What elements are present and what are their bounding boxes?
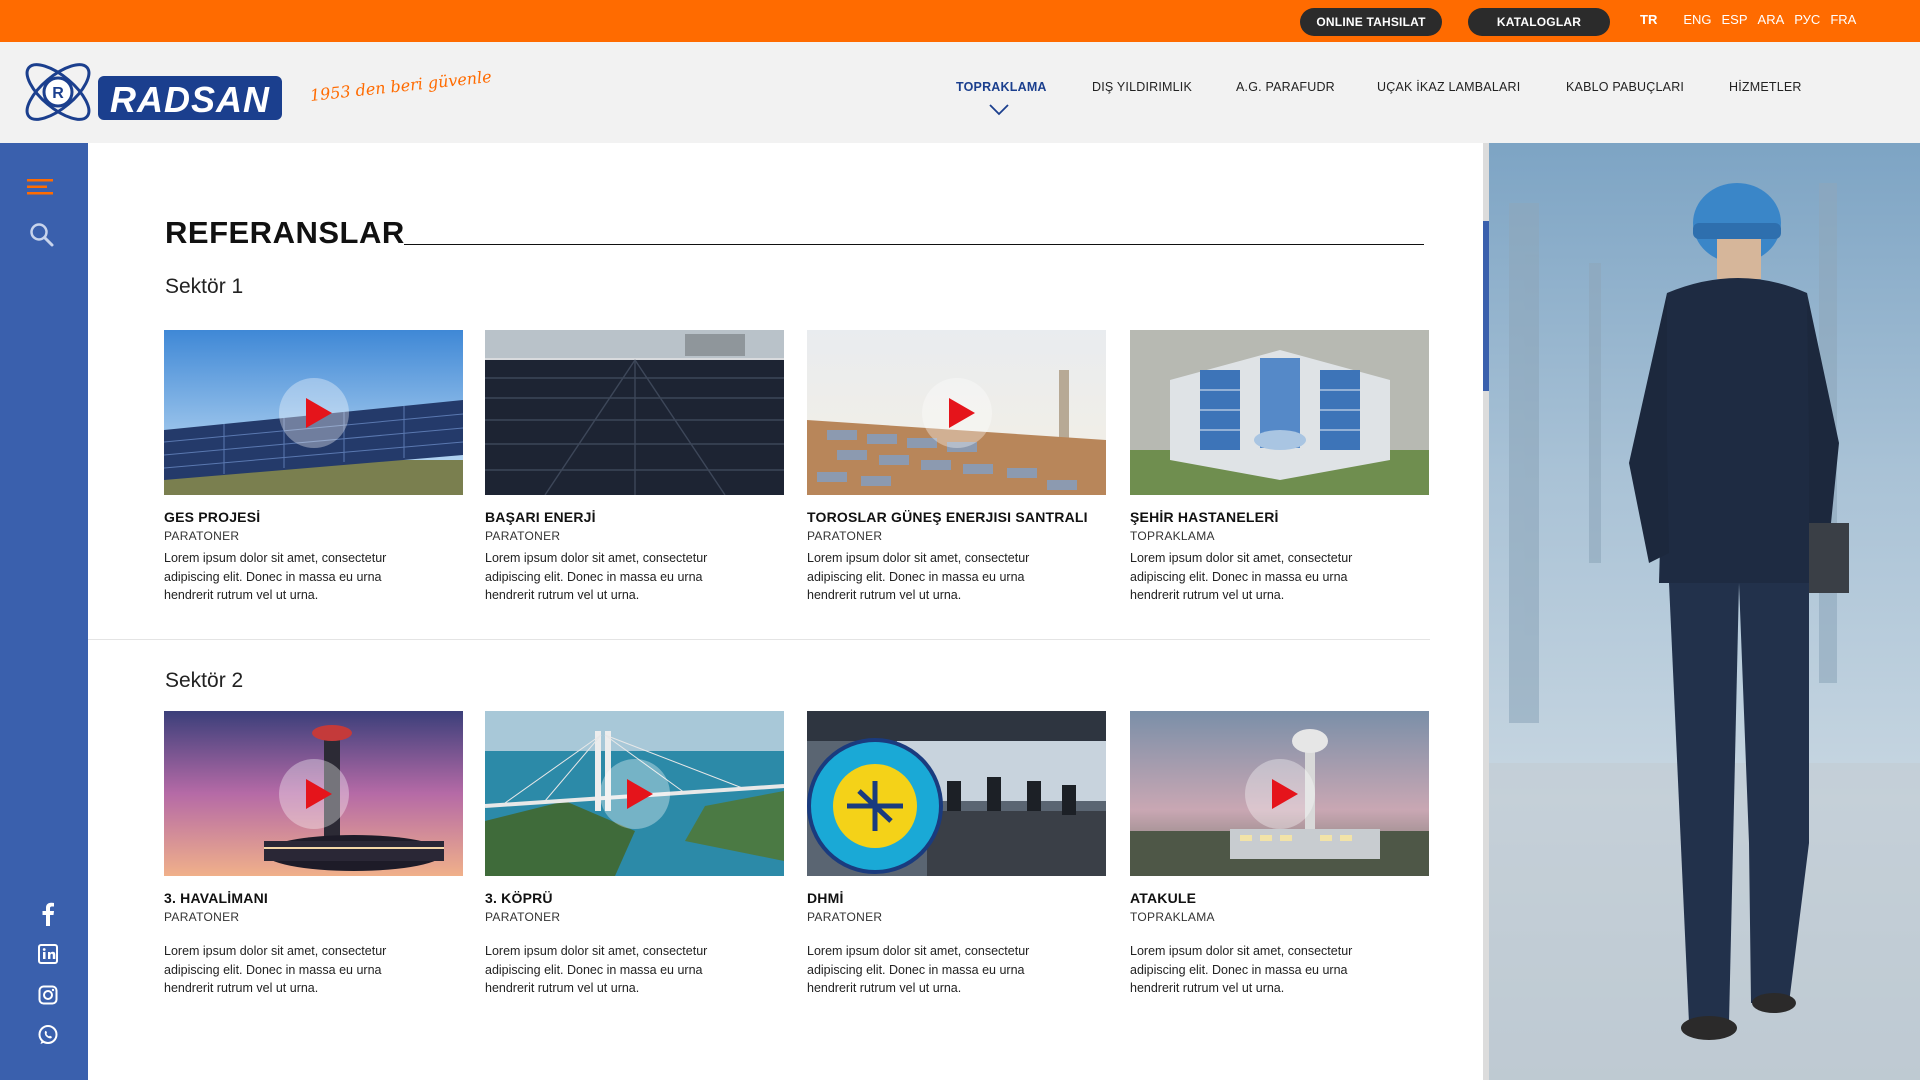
sector-1-title: Sektör 1: [165, 275, 244, 298]
card-description: Lorem ipsum dolor sit amet, consectetur …: [164, 944, 387, 995]
reference-card[interactable]: 3. KÖPRÜ PARATONER Lorem ipsum dolor sit…: [485, 711, 784, 998]
sector-2-title: Sektör 2: [165, 669, 244, 692]
card-description: Lorem ipsum dolor sit amet, consectetur …: [485, 551, 708, 602]
card-description: Lorem ipsum dolor sit amet, consectetur …: [164, 551, 387, 602]
nav-dis-yildirimlik[interactable]: DIŞ YILDIRIMLIK: [1092, 80, 1192, 94]
facebook-icon[interactable]: [33, 900, 63, 928]
card-category: PARATONER: [485, 529, 561, 543]
card-title[interactable]: 3. KÖPRÜ: [485, 890, 784, 906]
reference-card[interactable]: 3. HAVALİMANI PARATONER Lorem ipsum dolo…: [164, 711, 463, 998]
whatsapp-icon[interactable]: [33, 1021, 63, 1049]
catalogs-button[interactable]: KATALOGLAR: [1468, 8, 1610, 36]
left-sidebar: [0, 143, 88, 1080]
nav-hizmetler[interactable]: HİZMETLER: [1729, 80, 1802, 94]
card-title[interactable]: ŞEHİR HASTANELERİ: [1130, 509, 1429, 525]
title-rule: [404, 244, 1424, 245]
card-description: Lorem ipsum dolor sit amet, consectetur …: [807, 944, 1030, 995]
reference-card[interactable]: ATAKULE TOPRAKLAMA Lorem ipsum dolor sit…: [1130, 711, 1429, 998]
search-icon[interactable]: [22, 221, 62, 249]
lang-eng[interactable]: ENG: [1683, 12, 1711, 27]
card-title[interactable]: TOROSLAR GÜNEŞ ENERJISI SANTRALI: [807, 509, 1106, 525]
reference-card[interactable]: ŞEHİR HASTANELERİ TOPRAKLAMA Lorem ipsum…: [1130, 330, 1429, 605]
card-title[interactable]: BAŞARI ENERJİ: [485, 509, 784, 525]
card-thumbnail[interactable]: [164, 711, 463, 876]
control-room-image: [807, 711, 1106, 876]
card-category: PARATONER: [807, 910, 883, 924]
card-thumbnail[interactable]: [807, 711, 1106, 876]
page-title: REFERANSLAR: [165, 215, 405, 250]
card-description: Lorem ipsum dolor sit amet, consectetur …: [1130, 551, 1353, 602]
nav-ucak-ikaz-lambalari[interactable]: UÇAK İKAZ LAMBALARI: [1377, 80, 1520, 94]
linkedin-icon[interactable]: [33, 940, 63, 968]
hospital-aerial-image: [1130, 330, 1429, 495]
card-thumbnail[interactable]: [1130, 330, 1429, 495]
card-description: Lorem ipsum dolor sit amet, consectetur …: [1130, 944, 1353, 995]
nav-ag-parafudr[interactable]: A.G. PARAFUDR: [1236, 80, 1335, 94]
rooftop-solar-image: [485, 330, 784, 495]
lang-tr[interactable]: TR: [1640, 12, 1657, 27]
card-title[interactable]: GES PROJESİ: [164, 509, 463, 525]
online-payment-button[interactable]: ONLINE TAHSILAT: [1300, 8, 1442, 36]
main-nav: TOPRAKLAMA DIŞ YILDIRIMLIK A.G. PARAFUDR…: [0, 80, 1920, 110]
lang-fra[interactable]: FRA: [1830, 12, 1856, 27]
lang-esp[interactable]: ESP: [1722, 12, 1748, 27]
lang-ara[interactable]: ARA: [1758, 12, 1785, 27]
top-bar: ONLINE TAHSILAT KATALOGLAR TR ENG ESP AR…: [0, 0, 1920, 42]
play-button-icon[interactable]: [921, 377, 992, 448]
card-category: TOPRAKLAMA: [1130, 910, 1215, 924]
nav-kablo-pabuclari[interactable]: KABLO PABUÇLARI: [1566, 80, 1684, 94]
nav-topraklama[interactable]: TOPRAKLAMA: [956, 80, 1047, 94]
reference-card[interactable]: GES PROJESİ PARATONER Lorem ipsum dolor …: [164, 330, 463, 605]
card-thumbnail[interactable]: [485, 330, 784, 495]
card-category: PARATONER: [485, 910, 561, 924]
language-switcher: TR ENG ESP ARA РУС FRA: [1640, 12, 1856, 27]
card-category: PARATONER: [164, 910, 240, 924]
play-button-icon[interactable]: [278, 758, 349, 829]
card-thumbnail[interactable]: [1130, 711, 1429, 876]
worker-photo: [1489, 143, 1920, 1080]
reference-card[interactable]: BAŞARI ENERJİ PARATONER Lorem ipsum dolo…: [485, 330, 784, 605]
card-title[interactable]: DHMİ: [807, 890, 1106, 906]
play-button-icon[interactable]: [1244, 758, 1315, 829]
play-button-icon[interactable]: [599, 758, 670, 829]
chevron-down-icon: [989, 104, 1009, 116]
card-category: TOPRAKLAMA: [1130, 529, 1215, 543]
lang-rus[interactable]: РУС: [1794, 12, 1820, 27]
card-description: Lorem ipsum dolor sit amet, consectetur …: [485, 944, 708, 995]
reference-card[interactable]: DHMİ PARATONER Lorem ipsum dolor sit ame…: [807, 711, 1106, 998]
card-category: PARATONER: [807, 529, 883, 543]
card-title[interactable]: ATAKULE: [1130, 890, 1429, 906]
site-header: R RADSAN 1953 den beri güvenle TOPRAKLAM…: [0, 42, 1920, 143]
hamburger-menu-icon[interactable]: [22, 173, 62, 201]
card-category: PARATONER: [164, 529, 240, 543]
reference-card[interactable]: TOROSLAR GÜNEŞ ENERJISI SANTRALI PARATON…: [807, 330, 1106, 605]
card-thumbnail[interactable]: [807, 330, 1106, 495]
section-divider: [88, 639, 1430, 640]
card-description: Lorem ipsum dolor sit amet, consectetur …: [807, 551, 1030, 602]
play-button-icon[interactable]: [278, 377, 349, 448]
instagram-icon[interactable]: [33, 981, 63, 1009]
card-thumbnail[interactable]: [164, 330, 463, 495]
card-title[interactable]: 3. HAVALİMANI: [164, 890, 463, 906]
card-thumbnail[interactable]: [485, 711, 784, 876]
references-section: REFERANSLAR Sektör 1 GES PROJESİ PARATON…: [88, 143, 1483, 1080]
